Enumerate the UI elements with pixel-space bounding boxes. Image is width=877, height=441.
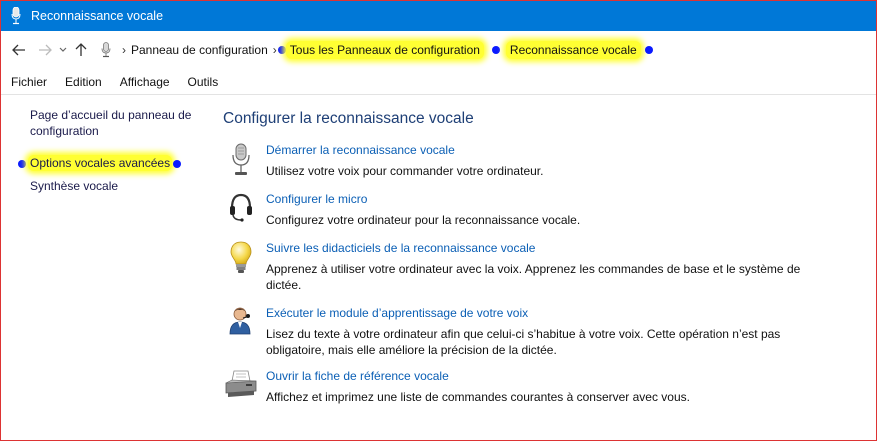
headset-icon	[223, 192, 259, 228]
breadcrumb-item-tous-panneaux[interactable]: Tous les Panneaux de configuration	[285, 41, 484, 59]
link-ouvrir-fiche[interactable]: Ouvrir la fiche de référence vocale	[266, 369, 449, 383]
microphone-icon	[9, 6, 23, 26]
forward-arrow-icon[interactable]	[34, 39, 56, 61]
annotation-dot	[18, 160, 26, 168]
annotation-dot	[491, 46, 500, 54]
menu-edition[interactable]: Edition	[56, 75, 111, 89]
breadcrumb-item-reconnaissance[interactable]: Reconnaissance vocale	[505, 41, 641, 59]
breadcrumb-item-panneau[interactable]: Panneau de configuration	[131, 43, 268, 57]
microphone-icon	[98, 40, 114, 60]
breadcrumb-separator: ›	[272, 43, 277, 57]
sidebar-item-options-vocales[interactable]: Options vocales avancées	[28, 155, 173, 171]
link-demarrer-reconnaissance[interactable]: Démarrer la reconnaissance vocale	[266, 143, 455, 157]
sidebar-item-home[interactable]: Page d’accueil du panneau de configurati…	[30, 107, 205, 139]
sidebar: Page d’accueil du panneau de configurati…	[1, 96, 211, 440]
annotation-dot	[277, 46, 286, 54]
link-suivre-didacticiels[interactable]: Suivre les didacticiels de la reconnaiss…	[266, 241, 535, 255]
task-description: Affichez et imprimez une liste de comman…	[266, 390, 690, 404]
user-voice-icon	[223, 306, 259, 342]
microphone-icon	[223, 143, 259, 179]
task-description: Utilisez votre voix pour commander votre…	[266, 164, 544, 178]
main-content: Configurer la reconnaissance vocale Déma…	[223, 96, 868, 440]
printer-icon	[223, 369, 259, 405]
annotation-dot	[644, 46, 653, 54]
menu-fichier[interactable]: Fichier	[1, 75, 56, 89]
chevron-down-icon[interactable]	[56, 39, 70, 61]
link-configurer-micro[interactable]: Configurer le micro	[266, 192, 367, 206]
menu-outils[interactable]: Outils	[179, 75, 228, 89]
control-panel-window: Reconnaissance vocale › Panneau de confi…	[0, 0, 877, 441]
up-arrow-icon[interactable]	[70, 39, 92, 61]
sidebar-item-synthese[interactable]: Synthèse vocale	[30, 178, 118, 194]
link-executer-apprentissage[interactable]: Exécuter le module d’apprentissage de vo…	[266, 306, 528, 320]
task-description: Apprenez à utiliser votre ordinateur ave…	[266, 262, 801, 292]
task-description: Lisez du texte à votre ordinateur afin q…	[266, 327, 781, 357]
title-bar: Reconnaissance vocale	[1, 1, 876, 31]
task-description: Configurez votre ordinateur pour la reco…	[266, 213, 581, 227]
annotation-dot	[173, 160, 181, 168]
address-bar: › Panneau de configuration › Tous les Pa…	[1, 31, 876, 69]
page-title: Configurer la reconnaissance vocale	[223, 110, 474, 127]
breadcrumb-separator: ›	[122, 43, 126, 57]
menu-bar: Fichier Edition Affichage Outils	[1, 69, 876, 95]
back-arrow-icon[interactable]	[8, 39, 30, 61]
window-title: Reconnaissance vocale	[31, 9, 164, 23]
lightbulb-icon	[223, 241, 259, 277]
menu-affichage[interactable]: Affichage	[111, 75, 179, 89]
